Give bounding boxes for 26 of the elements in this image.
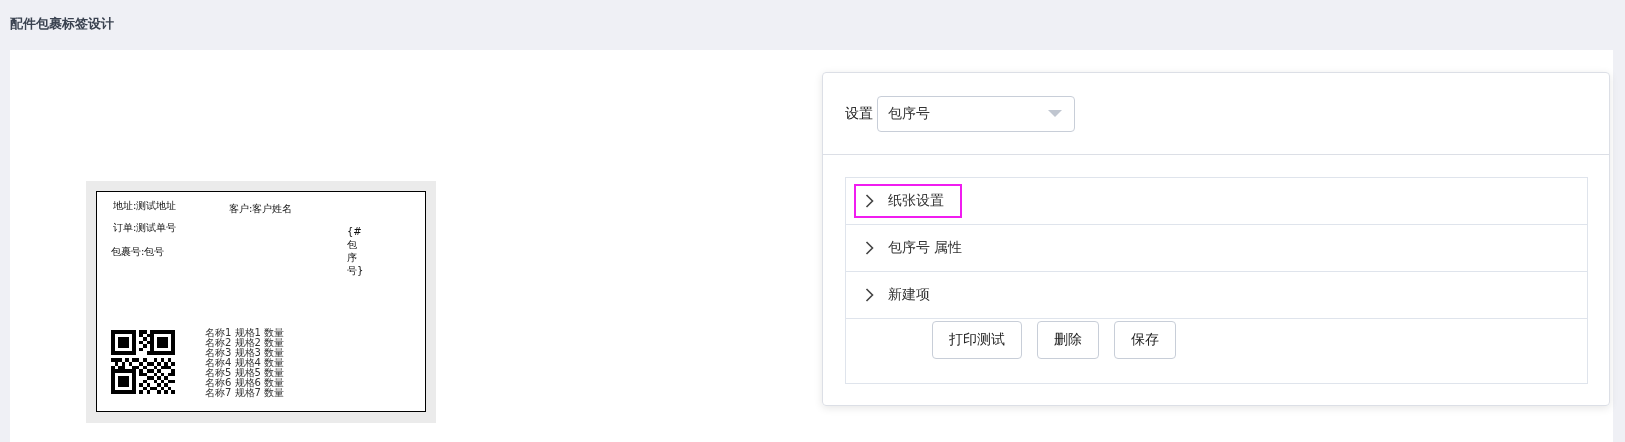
chevron-icon (865, 288, 874, 302)
collapse-header[interactable]: 纸张设置 (854, 184, 962, 218)
item-line: 名称5 规格5 数量 (205, 368, 285, 378)
item-line: 名称3 规格3 数量 (205, 348, 285, 358)
chevron-icon (865, 241, 874, 255)
caret-icon (1048, 109, 1062, 118)
action-button[interactable]: 打印测试 (932, 321, 1022, 359)
label-text: 包裹号:包号 (111, 246, 165, 258)
collapse-header[interactable]: 新建项 (854, 278, 948, 312)
item-line: 名称7 规格7 数量 (205, 388, 285, 398)
label-text: 订单:测试单号 (113, 222, 177, 234)
action-button[interactable]: 删除 (1037, 321, 1099, 359)
label-placeholder-text: {#包序号} (347, 225, 361, 277)
collapse-header[interactable]: 包序号 属性 (854, 231, 981, 265)
setting-select[interactable]: 包序号 (877, 95, 1075, 132)
setting-label: 设置 (845, 104, 873, 123)
action-button[interactable]: 保存 (1114, 321, 1176, 359)
chevron-icon (865, 194, 874, 208)
qr-code-drawing (111, 330, 175, 394)
label-text: 地址:测试地址 (113, 200, 177, 212)
item-line: 名称1 规格1 数量 (205, 328, 285, 338)
item-line: 名称6 规格6 数量 (205, 378, 285, 388)
label-text: 客户:客户姓名 (229, 203, 293, 215)
page-title: 配件包裹标签设计 (10, 14, 114, 33)
item-line: 名称2 规格2 数量 (205, 338, 285, 348)
item-line: 名称4 规格4 数量 (205, 358, 285, 368)
